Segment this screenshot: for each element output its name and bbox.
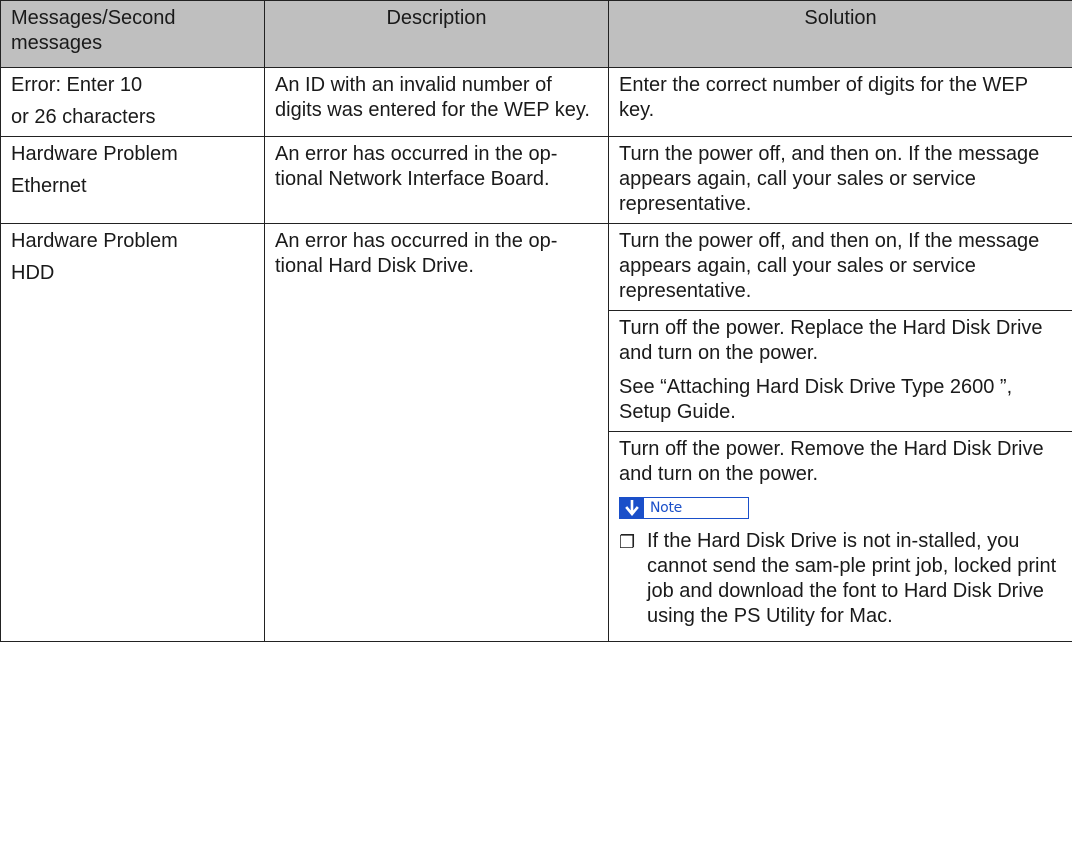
solution-text: Turn the power off, and then on, If the … [619,230,1040,302]
table-row: Error: Enter 10 or 26 characters An ID w… [0,67,1072,137]
message-cell: Error: Enter 10 or 26 characters [0,67,265,137]
note-item: ❐ If the Hard Disk Drive is not in-stall… [619,529,1062,629]
table-row: Hardware Problem Ethernet An error has o… [0,136,1072,224]
description-cell: An ID with an invalid number of digits w… [264,67,609,137]
solution-text: Turn off the power. Replace the Hard Dis… [619,317,1043,364]
note-label: Note [650,499,682,516]
solution-cell: Enter the correct number of digits for t… [608,67,1072,137]
solution-text: Turn the power off, and then on. If the … [619,143,1040,215]
checkbox-icon: ❐ [619,532,636,552]
solution-text: See “Attaching Hard Disk Drive Type 2600… [619,376,1013,423]
down-arrow-icon [620,498,644,518]
header-description: Description [264,0,609,68]
solution-cell: Turn the power off, and then on. If the … [608,136,1072,224]
message-line: Hardware Problem [11,143,178,165]
solution-text: Enter the correct number of digits for t… [619,74,1028,121]
message-line: HDD [11,262,55,284]
error-messages-table: Messages/Second messages Description Sol… [0,0,1072,642]
solution-cell: Turn off the power. Remove the Hard Disk… [608,431,1072,642]
header-messages: Messages/Second messages [0,0,265,68]
message-line: Error: Enter 10 [11,74,143,96]
note-badge: Note [619,497,749,519]
solution-text: Turn off the power. Remove the Hard Disk… [619,438,1044,485]
solution-cell: Turn the power off, and then on, If the … [608,223,1072,311]
message-cell: Hardware Problem HDD [0,223,265,642]
message-line: Hardware Problem [11,230,178,252]
message-cell: Hardware Problem Ethernet [0,136,265,224]
message-line: Ethernet [11,175,87,197]
table-row: Hardware Problem HDD An error has occurr… [0,223,1072,642]
description-cell: An error has occurred in the op-tional H… [264,223,609,642]
header-solution: Solution [608,0,1072,68]
solution-cell: Turn off the power. Replace the Hard Dis… [608,310,1072,432]
message-line: or 26 characters [11,106,156,128]
description-cell: An error has occurred in the op-tional N… [264,136,609,224]
header-row: Messages/Second messages Description Sol… [0,0,1072,68]
note-text: If the Hard Disk Drive is not in-stalled… [647,530,1057,627]
note-block: Note ❐ If the Hard Disk Drive is not in-… [619,497,1062,629]
